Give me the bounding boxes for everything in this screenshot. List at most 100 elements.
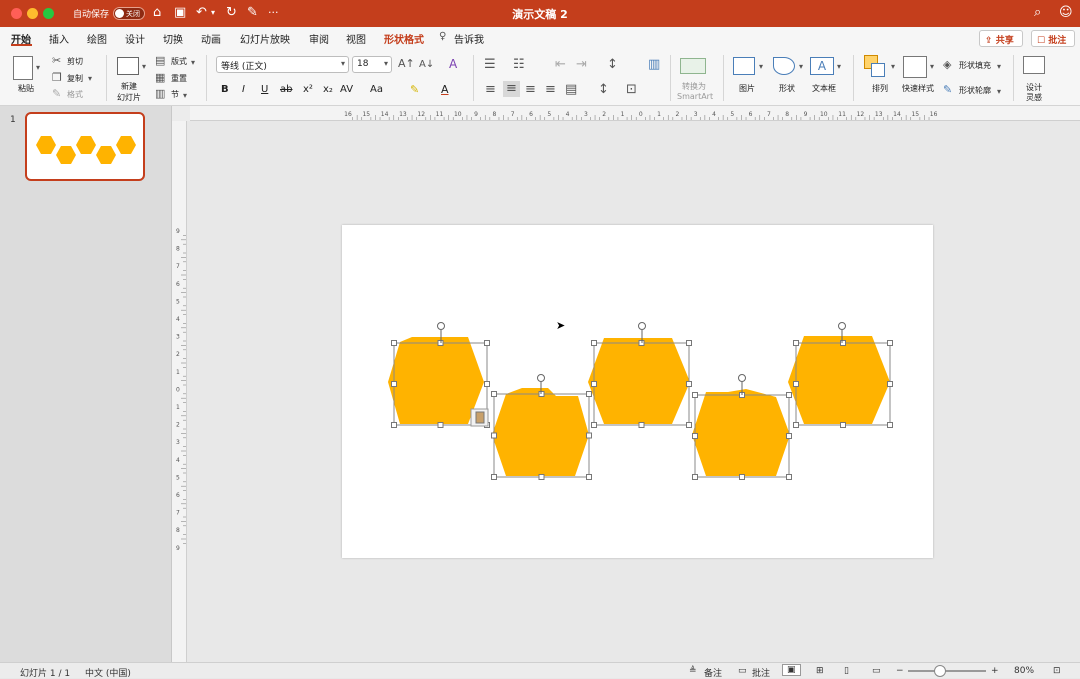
arrange-label[interactable]: 排列 <box>872 83 888 94</box>
paste-dropdown-icon[interactable]: ▾ <box>36 61 40 75</box>
shape-outline-label[interactable]: 形状轮廓 <box>959 85 991 96</box>
fit-slide-icon[interactable]: ⊡ <box>1053 666 1061 676</box>
designer-label-2[interactable]: 灵感 <box>1026 92 1042 103</box>
scissors-icon[interactable]: ✂ <box>52 54 61 68</box>
language[interactable]: 中文 (中国) <box>85 666 131 679</box>
shape-label[interactable]: 形状 <box>779 83 795 94</box>
zoom-out-icon[interactable]: − <box>896 666 904 676</box>
section-icon[interactable]: ▥ <box>155 87 165 101</box>
section-dropdown-icon[interactable]: ▾ <box>183 89 187 103</box>
picture-label[interactable]: 图片 <box>739 83 755 94</box>
grow-font-icon[interactable]: A↑ <box>398 57 415 71</box>
change-case-icon[interactable]: Aa <box>370 83 383 97</box>
tab-review[interactable]: 审阅 <box>309 31 329 46</box>
new-slide-label-2[interactable]: 幻灯片 <box>117 92 141 103</box>
new-slide-label-1[interactable]: 新建 <box>121 81 137 92</box>
shape-outline-dropdown-icon[interactable]: ▾ <box>997 85 1001 99</box>
slideshow-icon[interactable]: ▭ <box>872 666 881 676</box>
strikethrough-icon[interactable]: ab <box>280 83 292 97</box>
new-slide-dropdown-icon[interactable]: ▾ <box>142 60 146 74</box>
shape-outline-icon[interactable]: ✎ <box>943 83 952 97</box>
share-button[interactable]: ⇪ 共享 <box>979 30 1023 47</box>
font-name-combo[interactable]: 等线 (正文) ▾ <box>216 56 349 73</box>
shape-fill-icon[interactable]: ◈ <box>943 58 951 72</box>
shrink-font-icon[interactable]: A↓ <box>419 58 434 72</box>
section-label[interactable]: 节 <box>171 89 179 100</box>
convert-smartart-label-1[interactable]: 转换为 <box>682 81 706 92</box>
tab-insert[interactable]: 插入 <box>49 31 69 46</box>
cut-label[interactable]: 剪切 <box>67 56 83 67</box>
zoom-in-icon[interactable]: + <box>991 666 999 676</box>
quick-styles-icon[interactable] <box>903 56 927 78</box>
text-direction-icon[interactable]: ↕ <box>598 83 609 97</box>
new-slide-icon[interactable] <box>117 57 139 75</box>
comments-button[interactable]: ☐ 批注 <box>1031 30 1075 47</box>
clear-format-icon[interactable]: A <box>449 57 457 71</box>
textbox-icon[interactable]: A <box>810 57 834 75</box>
layout-label[interactable]: 版式 <box>171 56 187 67</box>
quick-styles-dropdown-icon[interactable]: ▾ <box>930 60 934 74</box>
designer-icon[interactable] <box>1023 56 1045 74</box>
reading-view-icon[interactable]: ▯ <box>844 666 849 676</box>
smartart-icon[interactable] <box>680 58 706 74</box>
slide-sorter-icon[interactable]: ⊞ <box>816 666 824 676</box>
zoom-level[interactable]: 80% <box>1014 666 1034 676</box>
reset-label[interactable]: 重置 <box>171 73 187 84</box>
account-icon[interactable]: ☺ <box>1059 4 1073 22</box>
convert-smartart-label-2[interactable]: SmartArt <box>677 92 713 101</box>
horizontal-ruler[interactable]: 16 15 14 13 12 11 10 9 8 7 6 5 4 3 2 1 0 1 2 3 4 5 6 7 8 9 10 11 12 1… <box>190 106 1080 121</box>
align-center-icon[interactable]: ≡ <box>503 81 520 97</box>
normal-view-icon[interactable]: ▣ <box>782 664 801 676</box>
tab-animations[interactable]: 动画 <box>201 31 221 46</box>
line-spacing-icon[interactable]: ↕ <box>607 58 618 72</box>
align-text-icon[interactable]: ⊡ <box>626 83 637 97</box>
bullets-icon[interactable]: ☰ <box>484 58 496 72</box>
slide-thumbnail-panel[interactable] <box>0 106 172 662</box>
comments-status-button[interactable]: 批注 <box>752 666 770 679</box>
tab-view[interactable]: 视图 <box>346 31 366 46</box>
copy-label[interactable]: 复制 <box>67 73 83 84</box>
copy-icon[interactable]: ❐ <box>52 71 62 85</box>
arrange-dropdown-icon[interactable]: ▾ <box>891 60 895 74</box>
copy-dropdown-icon[interactable]: ▾ <box>88 72 92 86</box>
textbox-dropdown-icon[interactable]: ▾ <box>837 60 841 74</box>
tab-slideshow[interactable]: 幻灯片放映 <box>240 31 290 46</box>
align-left-icon[interactable]: ≡ <box>485 83 496 97</box>
paste-label[interactable]: 粘贴 <box>18 83 34 94</box>
character-spacing-icon[interactable]: AV <box>340 83 353 97</box>
align-right-icon[interactable]: ≡ <box>525 83 536 97</box>
tab-shape-format[interactable]: 形状格式 <box>384 31 424 46</box>
highlight-icon[interactable]: ✎ <box>410 83 419 97</box>
tab-draw[interactable]: 绘图 <box>87 31 107 46</box>
layout-dropdown-icon[interactable]: ▾ <box>191 56 195 70</box>
format-painter-icon[interactable]: ✎ <box>52 87 61 101</box>
distributed-icon[interactable]: ▤ <box>565 83 577 97</box>
slide-canvas[interactable] <box>342 225 933 558</box>
italic-icon[interactable]: I <box>242 83 245 97</box>
tab-transitions[interactable]: 切换 <box>163 31 183 46</box>
vertical-ruler[interactable]: 9 8 7 6 5 4 3 2 1 0 1 2 3 4 5 6 7 8 9 <box>172 121 187 662</box>
superscript-icon[interactable]: x² <box>303 83 313 97</box>
tab-tell-me[interactable]: 告诉我 <box>454 31 484 46</box>
justify-icon[interactable]: ≡ <box>545 83 556 97</box>
tab-design[interactable]: 设计 <box>125 31 145 46</box>
shape-dropdown-icon[interactable]: ▾ <box>799 60 803 74</box>
paste-icon[interactable] <box>13 56 33 80</box>
numbering-icon[interactable]: ☷ <box>513 58 525 72</box>
font-size-combo[interactable]: 18 ▾ <box>352 56 392 73</box>
comments-icon[interactable]: ▭ <box>738 666 747 676</box>
underline-icon[interactable]: U <box>261 83 268 97</box>
increase-indent-icon[interactable]: ⇥ <box>576 58 587 72</box>
shape-fill-label[interactable]: 形状填充 <box>959 60 991 71</box>
font-color-icon[interactable]: A <box>441 83 449 97</box>
notes-button[interactable]: 备注 <box>704 666 722 679</box>
notes-icon[interactable]: ≜ <box>689 666 697 676</box>
search-icon[interactable]: ⌕ <box>1034 4 1041 22</box>
reset-icon[interactable]: ▦ <box>155 71 165 85</box>
picture-icon[interactable] <box>733 57 755 75</box>
format-painter-label[interactable]: 格式 <box>67 89 83 100</box>
subscript-icon[interactable]: x₂ <box>323 83 333 97</box>
textbox-label[interactable]: 文本框 <box>812 83 836 94</box>
bold-icon[interactable]: B <box>221 83 229 97</box>
quick-styles-label[interactable]: 快速样式 <box>902 83 934 94</box>
